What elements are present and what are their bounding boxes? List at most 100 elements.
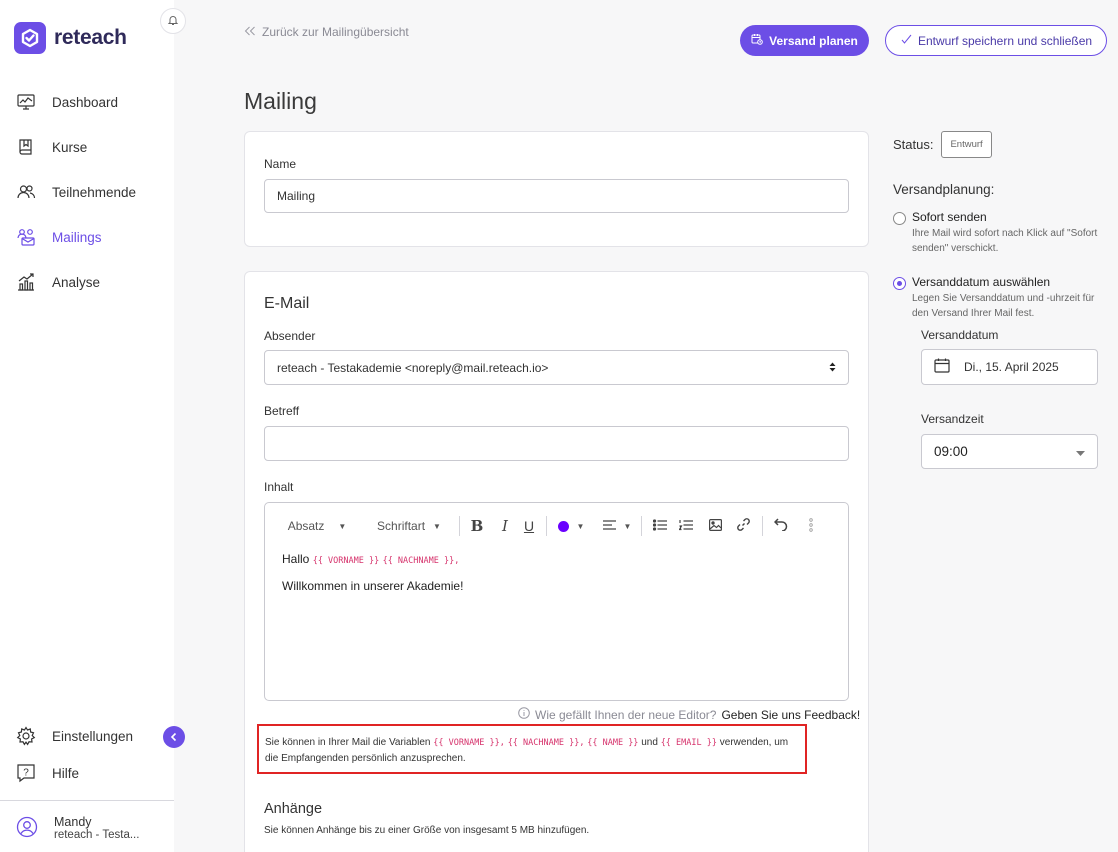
sidebar-item-teilnehmende[interactable]: Teilnehmende	[16, 180, 136, 204]
planning-title: Versandplanung:	[893, 182, 995, 197]
numbered-list-icon	[678, 519, 693, 534]
sidebar-item-kurse[interactable]: Kurse	[16, 135, 87, 159]
variable-nachname: {{ NACHNAME }}	[382, 556, 455, 566]
sidebar-item-label: Teilnehmende	[52, 184, 137, 200]
sidebar-item-label: Hilfe	[52, 765, 80, 781]
back-to-overview-link[interactable]: Zurück zur Mailingübersicht	[244, 25, 409, 39]
bold-icon: B	[470, 517, 484, 535]
option-send-now[interactable]: Sofort senden Ihre Mail wird sofort nach…	[893, 210, 1112, 256]
hint-text-before: Sie können in Ihrer Mail die Variablen	[265, 737, 431, 748]
sidebar-item-label: Dashboard	[52, 94, 119, 110]
page-title: Mailing	[244, 88, 317, 114]
check-icon	[900, 33, 912, 48]
italic-button[interactable]: I	[492, 515, 518, 537]
feedback-link[interactable]: Geben Sie uns Feedback!	[721, 708, 860, 722]
insert-link-button[interactable]	[730, 515, 756, 537]
underline-button[interactable]: U	[518, 515, 540, 537]
users-icon	[16, 182, 36, 202]
name-label: Name	[264, 157, 297, 171]
calendar-icon	[934, 358, 950, 376]
sender-select[interactable]: reteach - Testakademie <noreply@mail.ret…	[264, 350, 849, 385]
sidebar-item-analyse[interactable]: Analyse	[16, 270, 100, 294]
option-send-now-desc: Ihre Mail wird sofort nach Klick auf "So…	[912, 228, 1098, 254]
color-swatch-icon	[557, 520, 569, 532]
send-time-label: Versandzeit	[921, 412, 984, 426]
insert-image-button[interactable]	[700, 515, 730, 537]
sidebar-item-hilfe[interactable]: ? Hilfe	[16, 761, 79, 785]
toolbar-divider	[762, 516, 763, 536]
caret-down-icon: ▼	[623, 521, 632, 531]
hint-variable-vorname: {{ VORNAME }}	[433, 738, 500, 748]
option-choose-date[interactable]: Versanddatum auswählen Legen Sie Versand…	[893, 275, 1112, 321]
logo[interactable]: reteach	[14, 22, 127, 54]
more-vertical-icon	[809, 517, 813, 535]
email-section-title: E-Mail	[264, 295, 310, 312]
editor-feedback: Wie gefällt Ihnen der neue Editor? Geben…	[518, 707, 860, 722]
option-send-now-title: Sofort senden	[912, 210, 987, 224]
numbered-list-button[interactable]	[672, 515, 700, 537]
content-label: Inhalt	[264, 480, 294, 494]
send-time-select[interactable]: 09:00	[921, 434, 1098, 469]
rich-text-editor[interactable]: Absatz ▼ Schriftart ▼ B I U ▼ ▼ Hallo {{…	[264, 502, 849, 701]
editor-greeting-line: Hallo {{ VORNAME }} {{ NACHNAME }},	[282, 552, 459, 566]
align-left-icon	[602, 519, 616, 534]
sidebar-divider	[0, 800, 174, 801]
sidebar-item-einstellungen[interactable]: Einstellungen	[16, 724, 133, 748]
feedback-question: Wie gefällt Ihnen der neue Editor?	[535, 707, 717, 722]
send-date-input[interactable]: Di., 15. April 2025	[921, 349, 1098, 385]
variables-hint: Sie können in Ihrer Mail die Variablen {…	[257, 724, 807, 774]
subject-label: Betreff	[264, 404, 300, 418]
save-draft-close-label: Entwurf speichern und schließen	[917, 33, 1093, 48]
hint-variable-name: {{ NAME }}	[587, 738, 639, 748]
option-choose-date-title: Versanddatum auswählen	[912, 275, 1051, 289]
bullet-list-button[interactable]	[648, 515, 672, 537]
editor-body-line: Willkommen in unserer Akademie!	[282, 579, 464, 593]
attachments-title: Anhänge	[264, 801, 323, 817]
sidebar-item-label: Analyse	[52, 274, 101, 290]
paragraph-style-dropdown[interactable]: Absatz ▼	[277, 515, 357, 537]
variable-vorname: {{ VORNAME }}	[312, 556, 380, 566]
chevron-left-icon	[169, 730, 179, 745]
sidebar-item-label: Mailings	[52, 229, 102, 245]
send-date-value: Di., 15. April 2025	[964, 360, 1059, 374]
info-icon	[518, 707, 530, 722]
send-date-label: Versanddatum	[921, 328, 999, 342]
status-label: Status:	[893, 137, 934, 152]
font-family-dropdown[interactable]: Schriftart ▼	[365, 515, 453, 537]
toolbar-divider	[641, 516, 642, 536]
more-options-button[interactable]	[799, 515, 823, 537]
radio-send-now[interactable]	[893, 212, 906, 225]
book-icon	[16, 137, 36, 157]
italic-icon: I	[502, 517, 508, 535]
name-input-value: Mailing	[277, 189, 316, 203]
bold-button[interactable]: B	[466, 515, 488, 537]
save-draft-close-button[interactable]: Entwurf speichern und schließen	[885, 25, 1107, 56]
text-color-dropdown[interactable]: ▼	[553, 515, 589, 537]
notifications-bell-button[interactable]	[160, 8, 186, 34]
hint-variable-email: {{ EMAIL }}	[660, 738, 717, 748]
svg-text:?: ?	[23, 768, 29, 779]
bullet-list-icon	[652, 518, 667, 534]
subject-input[interactable]	[264, 426, 849, 461]
schedule-send-button[interactable]: Versand planen	[740, 25, 869, 56]
analytics-icon	[16, 272, 36, 292]
undo-button[interactable]	[769, 515, 793, 537]
radio-choose-date[interactable]	[893, 277, 906, 290]
schedule-send-label: Versand planen	[769, 33, 858, 48]
logo-mark-icon	[14, 22, 46, 54]
link-icon	[736, 518, 750, 534]
undo-icon	[773, 518, 788, 534]
greeting-text: Hallo	[282, 552, 310, 566]
name-input[interactable]: Mailing	[264, 179, 849, 213]
sidebar-item-dashboard[interactable]: Dashboard	[16, 90, 118, 114]
collapse-sidebar-button[interactable]	[163, 726, 185, 748]
sender-select-value: reteach - Testakademie <noreply@mail.ret…	[277, 360, 549, 375]
back-link-label: Zurück zur Mailingübersicht	[262, 25, 409, 39]
send-time-value: 09:00	[934, 444, 968, 459]
mailings-icon	[16, 227, 36, 247]
sidebar-item-mailings[interactable]: Mailings	[16, 225, 102, 249]
user-profile[interactable]: Mandy reteach - Testa...	[16, 816, 139, 841]
sidebar: reteach Dashboard Kurse Teilnehmende Mai…	[0, 0, 174, 852]
select-arrows-icon	[829, 361, 836, 375]
align-dropdown[interactable]: ▼	[599, 515, 635, 537]
